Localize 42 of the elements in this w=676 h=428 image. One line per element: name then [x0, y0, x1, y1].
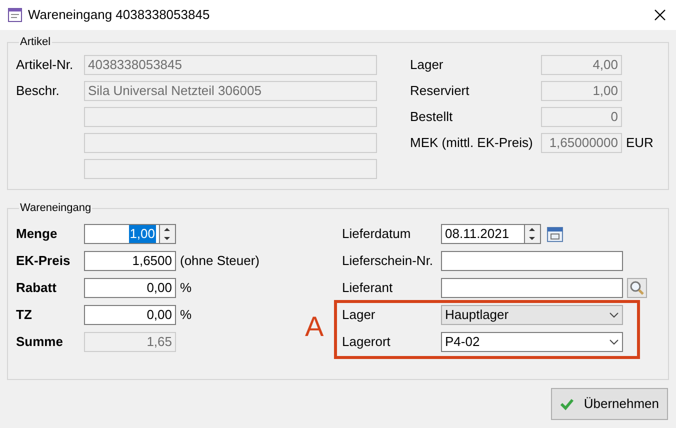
field-label: Lieferant: [342, 279, 394, 298]
field-label: Lagerort: [342, 333, 392, 352]
input-field[interactable]: 0,00: [84, 278, 176, 298]
unit-label: %: [180, 306, 192, 324]
annotation-label: A: [305, 312, 324, 342]
chevron-icon[interactable]: [609, 339, 619, 345]
app-icon: [8, 8, 22, 22]
input-field[interactable]: [441, 251, 623, 271]
input-field[interactable]: 1,6500: [84, 251, 176, 271]
spinner-button[interactable]: [525, 224, 541, 244]
field-label: Reserviert: [410, 82, 470, 100]
dropdown-field[interactable]: P4-02: [441, 332, 623, 352]
field-label: Bestellt: [410, 108, 454, 126]
group-title: Wareneingang: [19, 202, 92, 214]
unit-label: EUR: [626, 134, 654, 152]
field-label: Lieferschein-Nr.: [342, 252, 434, 270]
field-label: Rabatt: [16, 279, 58, 298]
dropdown-field[interactable]: Hauptlager: [441, 305, 623, 325]
field-label: Lager: [410, 56, 444, 74]
input-field[interactable]: 1,00: [84, 224, 160, 244]
field-label: Artikel-Nr.: [16, 56, 74, 74]
input-field[interactable]: 08.11.2021: [441, 224, 525, 244]
field-label: Summe: [16, 333, 64, 352]
apply-button[interactable]: Übernehmen: [551, 388, 668, 420]
input-field[interactable]: 0,00: [84, 305, 176, 325]
field-label: Beschr.: [16, 82, 60, 100]
window-title: Wareneingang 4038338053845: [28, 6, 211, 24]
field-label: EK-Preis: [16, 252, 72, 270]
field-label: Menge: [16, 225, 58, 244]
field-label: Lager: [342, 306, 376, 324]
group-title: Artikel: [19, 36, 52, 48]
calendar-icon[interactable]: [545, 224, 565, 244]
input-field[interactable]: [441, 278, 623, 298]
unit-label: %: [180, 279, 192, 298]
field-label: TZ: [16, 306, 33, 324]
search-icon[interactable]: [627, 278, 647, 298]
unit-label: (ohne Steuer): [180, 252, 260, 270]
field-label: MEK (mittl. EK-Preis): [410, 134, 534, 152]
field-label: Lieferdatum: [342, 225, 412, 244]
chevron-icon[interactable]: [609, 312, 619, 318]
close-icon[interactable]: [654, 9, 666, 21]
spinner-button[interactable]: [160, 224, 176, 244]
